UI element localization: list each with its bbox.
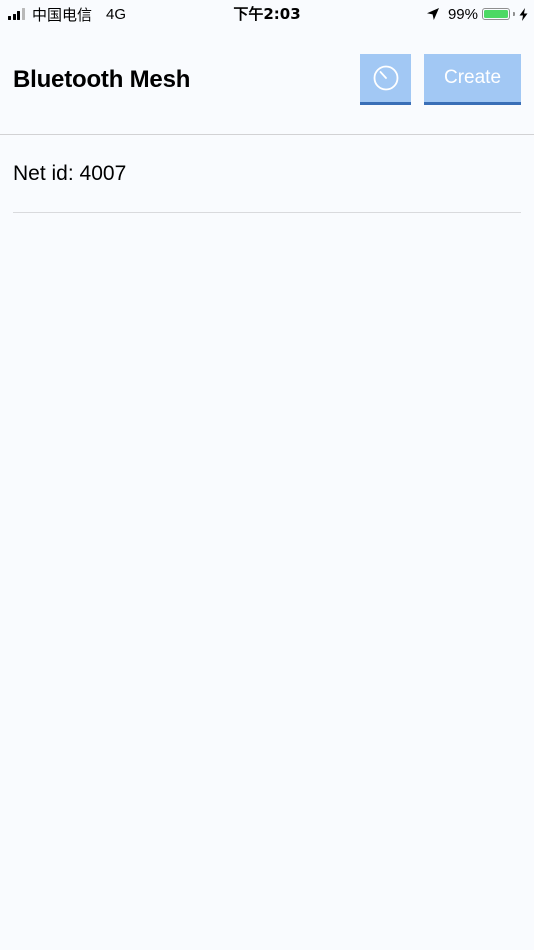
status-right: 99% [426,4,528,24]
page-title: Bluetooth Mesh [13,66,191,93]
timer-icon [373,65,398,91]
network-list: Net id: 4007 [0,135,534,213]
create-button[interactable]: Create [424,54,521,105]
network-list-item[interactable]: Net id: 4007 [13,135,521,213]
battery-fill [484,10,508,18]
nav-header: Bluetooth Mesh Create [0,28,534,135]
history-button[interactable] [360,54,411,105]
battery-icon [482,8,510,20]
status-bar: 中国电信 4G 下午2:03 99% [0,0,534,28]
location-arrow-icon [426,8,439,20]
battery-percent: 99% [447,5,478,23]
battery-tip [513,12,515,16]
charging-bolt-icon [519,7,528,21]
